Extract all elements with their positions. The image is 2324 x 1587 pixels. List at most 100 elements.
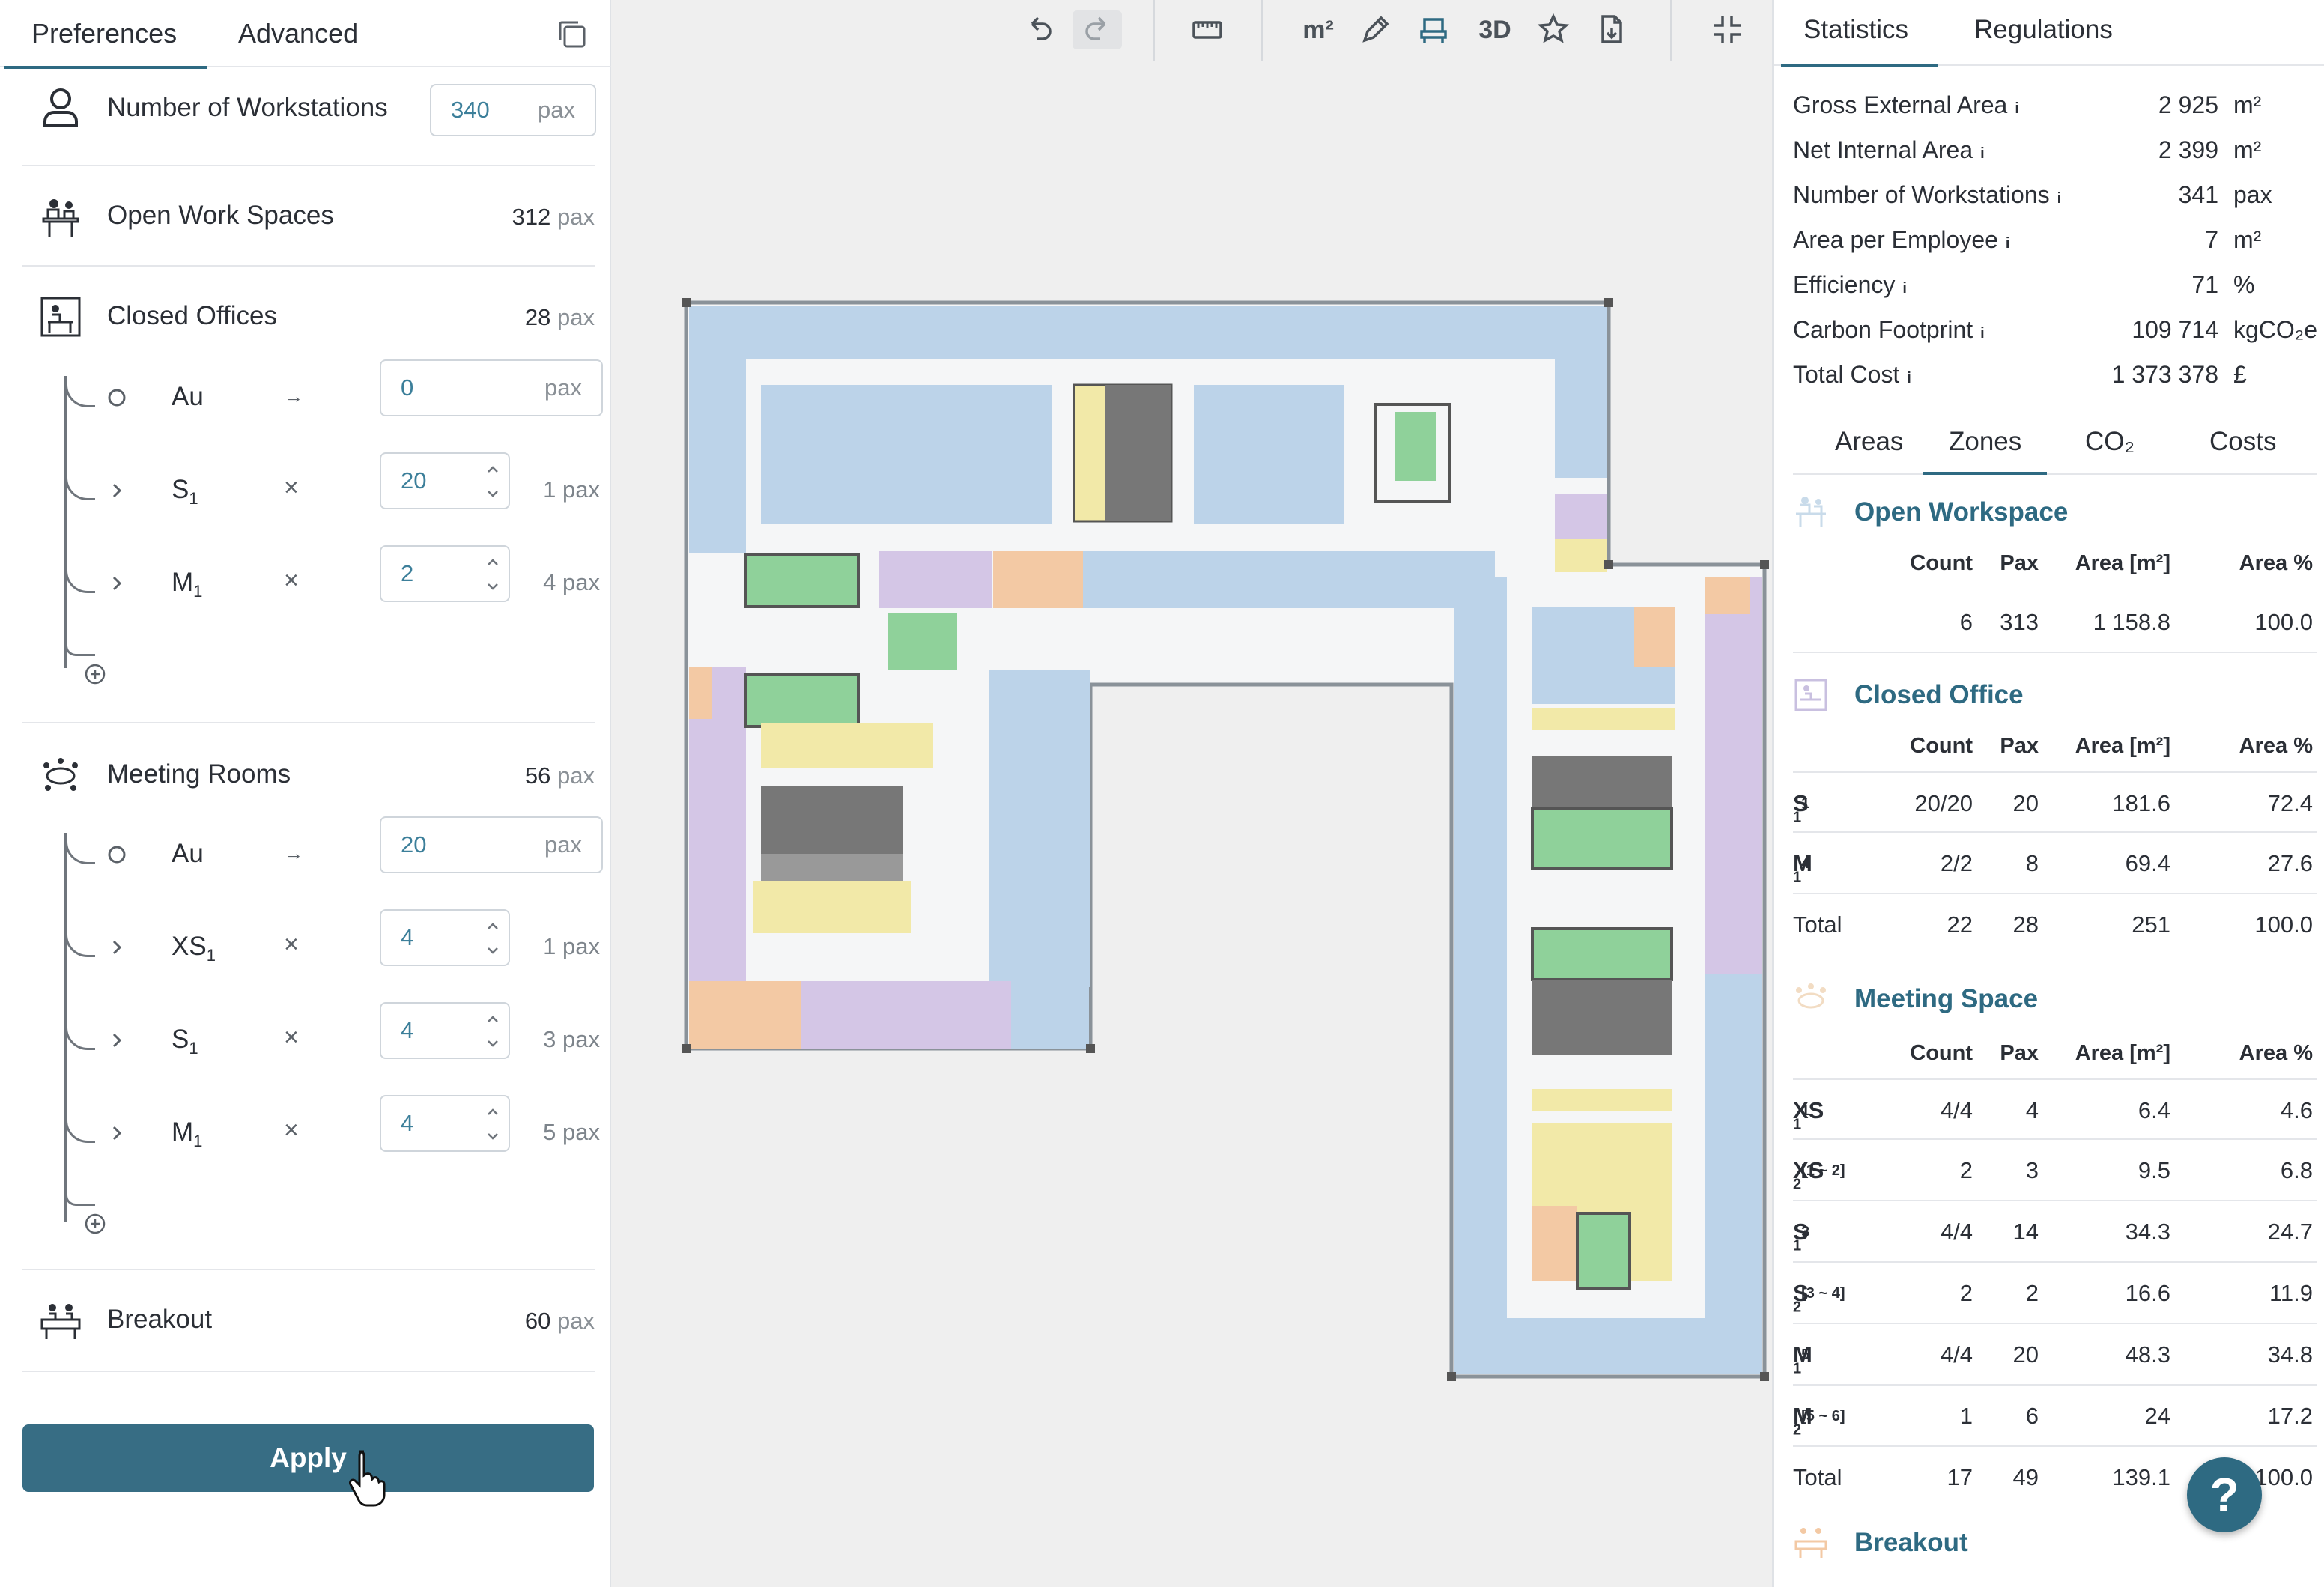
stat-unit: m² bbox=[2233, 136, 2262, 163]
chevron-right-icon[interactable] bbox=[106, 479, 128, 502]
office-au-input[interactable]: 0 pax bbox=[380, 359, 603, 416]
cell-area: 251 bbox=[2132, 911, 2170, 938]
stepper-icon[interactable] bbox=[485, 1102, 501, 1146]
cell-count: 4/4 bbox=[1940, 1341, 1973, 1368]
closed-offices-tree: Au → 0 pax S1 × 20 1 pax M1 × 2 4 pax bbox=[64, 359, 603, 685]
star-icon[interactable] bbox=[1534, 10, 1573, 49]
info-icon[interactable]: i bbox=[1902, 280, 1907, 297]
cell-area: 6.4 bbox=[2138, 1097, 2170, 1123]
workspace-zone bbox=[1194, 385, 1344, 524]
open-work-spaces-section[interactable]: Open Work Spaces 312 pax bbox=[22, 166, 595, 267]
tab-preferences[interactable]: Preferences bbox=[4, 0, 207, 69]
meeting-s1-input[interactable]: 4 bbox=[380, 1002, 510, 1059]
radio-icon[interactable] bbox=[106, 843, 128, 866]
stat-unit: pax bbox=[2233, 181, 2272, 208]
collapse-icon[interactable] bbox=[1708, 10, 1747, 49]
add-circle-icon[interactable] bbox=[83, 1212, 107, 1236]
meeting-xs1-input[interactable]: 4 bbox=[380, 909, 510, 966]
cell-pct: 24.7 bbox=[2267, 1219, 2313, 1245]
radio-icon[interactable] bbox=[106, 386, 128, 409]
cell-count: 20/20 bbox=[1914, 790, 1973, 816]
stairs-zone bbox=[744, 553, 860, 608]
stepper-icon[interactable] bbox=[485, 917, 501, 960]
core-zone bbox=[1532, 1089, 1672, 1111]
meeting-rooms-tree: Au → 20 pax XS1 × 4 1 pax S1 × 4 3 pax M… bbox=[64, 816, 603, 1234]
times-icon: × bbox=[284, 1116, 299, 1144]
info-icon[interactable]: i bbox=[1907, 370, 1911, 386]
office-m1-input[interactable]: 2 bbox=[380, 545, 510, 602]
stepper-icon[interactable] bbox=[485, 553, 501, 596]
workstations-section: Number of Workstations 340 pax bbox=[22, 67, 596, 166]
breakout-zone bbox=[1532, 1206, 1577, 1281]
tab-areas[interactable]: Areas bbox=[1835, 427, 1903, 457]
office-s1-input[interactable]: 20 bbox=[380, 452, 510, 509]
info-icon[interactable]: i bbox=[2015, 100, 2019, 117]
floor-plan[interactable] bbox=[671, 292, 1780, 1393]
stat-unit: m² bbox=[2233, 226, 2262, 253]
tab-zones[interactable]: Zones bbox=[1923, 427, 2048, 475]
workstations-label: Number of Workstations bbox=[107, 93, 388, 122]
meeting-rooms-section: Meeting Rooms 56 pax Au → 20 pax XS1 × 4… bbox=[22, 723, 603, 1270]
workspace-zone bbox=[1454, 577, 1507, 1374]
stairs-zone bbox=[888, 613, 957, 670]
tab-co2[interactable]: CO₂ bbox=[2085, 427, 2135, 457]
meeting-m1-value: 4 bbox=[401, 1110, 414, 1136]
stat-unit: kgCO₂e bbox=[2233, 316, 2318, 343]
zone-header-breakout: Breakout bbox=[1793, 1525, 2317, 1570]
ruler-icon[interactable] bbox=[1188, 10, 1227, 49]
help-button[interactable]: ? bbox=[2187, 1457, 2262, 1532]
tab-regulations[interactable]: Regulations bbox=[1974, 0, 2113, 66]
cell-count: 4/4 bbox=[1940, 1097, 1973, 1123]
cell-pct: 72.4 bbox=[2267, 790, 2313, 816]
pencil-icon[interactable] bbox=[1356, 10, 1395, 49]
workstations-input[interactable]: 340 pax bbox=[430, 84, 596, 136]
info-icon[interactable]: i bbox=[2006, 235, 2010, 252]
workstations-unit: pax bbox=[538, 97, 575, 123]
info-icon[interactable]: i bbox=[2057, 190, 2062, 207]
export-file-icon[interactable] bbox=[1592, 10, 1631, 49]
tab-advanced[interactable]: Advanced bbox=[238, 0, 358, 67]
breakout-label: Breakout bbox=[107, 1305, 213, 1334]
add-circle-icon[interactable] bbox=[83, 662, 107, 686]
copy-icon[interactable] bbox=[556, 18, 589, 51]
view-3d-button[interactable]: 3D bbox=[1472, 10, 1517, 49]
apply-button[interactable]: Apply bbox=[22, 1424, 594, 1492]
arrow-icon: → bbox=[284, 385, 303, 407]
cell-area: 9.5 bbox=[2138, 1157, 2170, 1183]
redo-button[interactable] bbox=[1073, 10, 1122, 49]
arrow-icon: → bbox=[284, 842, 303, 864]
info-icon[interactable]: i bbox=[1980, 325, 1985, 342]
meeting-m1-input[interactable]: 4 bbox=[380, 1095, 510, 1152]
stepper-icon[interactable] bbox=[485, 1010, 501, 1053]
cell-count: 4/4 bbox=[1940, 1219, 1973, 1245]
office-s1-value: 20 bbox=[401, 467, 427, 494]
stepper-icon[interactable] bbox=[485, 460, 501, 503]
meeting-au-input[interactable]: 20 pax bbox=[380, 816, 603, 873]
cell-count: 1 bbox=[1959, 1403, 1973, 1429]
breakout-section[interactable]: Breakout 60 pax bbox=[22, 1270, 595, 1372]
table-row: 6 313 1 158.8 100.0 bbox=[1793, 592, 2317, 653]
zone-header-closed-office: Closed Office bbox=[1793, 677, 2317, 722]
chevron-right-icon[interactable] bbox=[106, 936, 128, 959]
cell-area: 69.4 bbox=[2125, 850, 2170, 876]
meeting-zone bbox=[1705, 577, 1762, 974]
chevron-right-icon[interactable] bbox=[106, 1122, 128, 1144]
lift-core bbox=[1532, 756, 1672, 809]
meeting-rooms-label: Meeting Rooms bbox=[107, 759, 291, 789]
stat-row: Net Internal Area i 2 399 m² bbox=[1793, 136, 2317, 178]
office-m1-name: M bbox=[172, 568, 194, 597]
tab-statistics[interactable]: Statistics bbox=[1780, 0, 1939, 67]
area-toggle-button[interactable]: m² bbox=[1296, 10, 1341, 49]
undo-icon[interactable] bbox=[1020, 10, 1059, 49]
chevron-right-icon[interactable] bbox=[106, 572, 128, 595]
info-icon[interactable]: i bbox=[1980, 145, 1985, 162]
chevron-right-icon[interactable] bbox=[106, 1029, 128, 1052]
seat-icon[interactable] bbox=[1414, 10, 1453, 49]
closed-offices-label: Closed Offices bbox=[107, 301, 277, 330]
meeting-room-icon bbox=[43, 758, 78, 791]
closed-offices-value: 28 bbox=[524, 304, 551, 330]
stairs-zone bbox=[1395, 412, 1436, 481]
canvas-area[interactable]: m² 3D bbox=[611, 0, 1772, 1587]
col-count: Count bbox=[1910, 734, 1973, 758]
tab-costs[interactable]: Costs bbox=[2209, 427, 2276, 457]
